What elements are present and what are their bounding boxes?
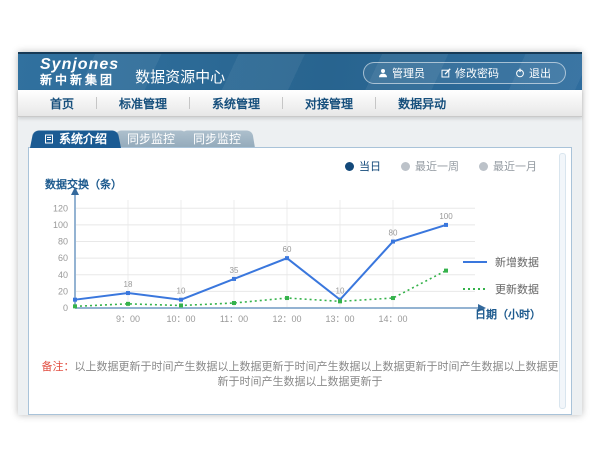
chart-panel: 当日 最近一周 最近一月 数据交换（条） 0204060801001209：00… — [28, 147, 572, 415]
svg-text:100: 100 — [53, 220, 68, 230]
legend-label: 更新数据 — [495, 281, 539, 297]
svg-text:120: 120 — [53, 203, 68, 213]
nav-item-system-mgmt[interactable]: 系统管理 — [190, 95, 282, 112]
tab-bar: 系统介绍 同步监控 同步监控 — [30, 129, 572, 148]
logout-button[interactable]: 退出 — [515, 65, 551, 81]
main-nav: 首页 标准管理 系统管理 对接管理 数据异动 — [18, 90, 582, 117]
svg-text:14：00: 14：00 — [378, 314, 407, 324]
nav-item-interface-mgmt[interactable]: 对接管理 — [283, 95, 375, 112]
nav-item-standard-mgmt[interactable]: 标准管理 — [97, 95, 189, 112]
page-title: 数据资源中心 — [135, 66, 225, 87]
filter-last-month[interactable]: 最近一月 — [479, 158, 537, 174]
footnote-prefix: 备注： — [42, 361, 75, 373]
radio-selected-icon — [345, 162, 354, 171]
nav-item-data-change[interactable]: 数据异动 — [376, 95, 468, 112]
filter-label: 当日 — [359, 158, 381, 174]
tab-sync-monitor-1[interactable]: 同步监控 — [113, 129, 189, 148]
filter-today[interactable]: 当日 — [345, 158, 381, 174]
company-logo: Synjones 新中新集团 — [40, 57, 119, 86]
svg-text:20: 20 — [58, 286, 68, 296]
svg-text:60: 60 — [58, 253, 68, 263]
current-user-button[interactable]: 管理员 — [378, 65, 425, 81]
tab-label: 系统介绍 — [59, 130, 107, 147]
logo-text-en: Synjones — [40, 57, 119, 74]
tab-label: 同步监控 — [127, 130, 175, 147]
svg-text:0: 0 — [63, 303, 68, 313]
document-icon — [44, 134, 54, 144]
edit-icon — [441, 68, 451, 78]
svg-text:13：00: 13：00 — [325, 314, 354, 324]
tab-label: 同步监控 — [193, 130, 241, 147]
app-header: Synjones 新中新集团 数据资源中心 管理员 修改密码 退出 — [18, 52, 582, 90]
svg-text:60: 60 — [283, 245, 292, 254]
change-password-label: 修改密码 — [455, 65, 499, 81]
line-chart: 0 20 40 60 80 100 120 9：00 10：00 11：00 12：00 13：00 1… — [39, 186, 499, 331]
tab-system-intro[interactable]: 系统介绍 — [30, 129, 121, 148]
svg-text:40: 40 — [58, 270, 68, 280]
svg-text:80: 80 — [58, 237, 68, 247]
svg-text:18: 18 — [124, 280, 133, 289]
content-area: 系统介绍 同步监控 同步监控 当日 最近一周 — [18, 117, 582, 415]
tab-sync-monitor-2[interactable]: 同步监控 — [179, 129, 255, 148]
dotted-line-icon — [463, 286, 487, 292]
app-window: Synjones 新中新集团 数据资源中心 管理员 修改密码 退出 首页 标准管… — [18, 52, 582, 415]
svg-text:100: 100 — [439, 212, 453, 221]
chart-legend: 新增数据 更新数据 — [463, 254, 539, 297]
svg-text:80: 80 — [389, 229, 398, 238]
nav-item-home[interactable]: 首页 — [28, 95, 96, 112]
svg-text:11：00: 11：00 — [220, 314, 248, 324]
legend-item-update-data: 更新数据 — [463, 281, 539, 297]
logo-text-cn: 新中新集团 — [40, 74, 119, 87]
filter-label: 最近一月 — [493, 158, 537, 174]
logout-label: 退出 — [529, 65, 551, 81]
change-password-button[interactable]: 修改密码 — [441, 65, 499, 81]
user-toolbar: 管理员 修改密码 退出 — [363, 62, 566, 84]
svg-text:10：00: 10：00 — [166, 314, 195, 324]
svg-text:35: 35 — [230, 266, 239, 275]
radio-icon — [401, 162, 410, 171]
power-icon — [515, 68, 525, 78]
filter-last-week[interactable]: 最近一周 — [401, 158, 459, 174]
footnote: 备注：以上数据更新于时间产生数据以上数据更新于时间产生数据以上数据更新于时间产生… — [39, 360, 561, 391]
filter-label: 最近一周 — [415, 158, 459, 174]
user-icon — [378, 68, 388, 78]
legend-item-new-data: 新增数据 — [463, 254, 539, 270]
radio-icon — [479, 162, 488, 171]
svg-text:10: 10 — [177, 287, 186, 296]
svg-text:9：00: 9：00 — [116, 314, 140, 324]
svg-text:12：00: 12：00 — [272, 314, 301, 324]
x-axis-title: 日期（小时） — [475, 306, 541, 322]
chart-area: 数据交换（条） 0204060801001209：0010：0011：0012：… — [37, 176, 563, 351]
legend-label: 新增数据 — [495, 254, 539, 270]
svg-text:10: 10 — [336, 287, 345, 296]
current-user-label: 管理员 — [392, 65, 425, 81]
footnote-text: 以上数据更新于时间产生数据以上数据更新于时间产生数据以上数据更新于时间产生数据以… — [75, 361, 559, 388]
range-filter-group: 当日 最近一周 最近一月 — [345, 158, 537, 174]
solid-line-icon — [463, 259, 487, 265]
